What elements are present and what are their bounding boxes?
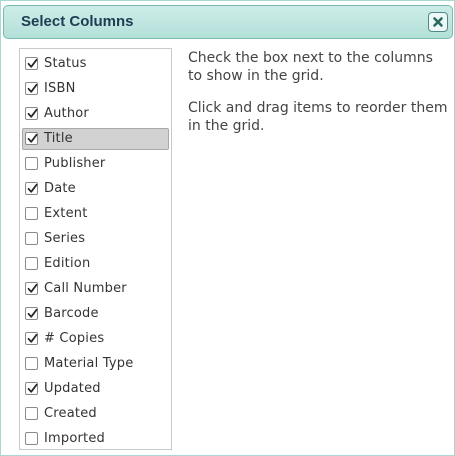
column-label: Title <box>44 131 73 146</box>
column-item[interactable]: Updated <box>22 378 169 400</box>
column-label: Series <box>44 231 86 246</box>
column-checkbox[interactable] <box>25 257 38 270</box>
column-checkbox[interactable] <box>25 107 38 120</box>
dialog-title: Select Columns <box>21 13 134 30</box>
column-label: # Copies <box>44 331 105 346</box>
column-item[interactable]: Call Number <box>22 278 169 300</box>
column-label: Material Type <box>44 356 134 371</box>
select-columns-dialog: Select Columns Status ISBN Author Title Publ… <box>0 0 455 456</box>
column-item[interactable]: Author <box>22 103 169 125</box>
column-label: ISBN <box>44 81 76 96</box>
column-item[interactable]: ISBN <box>22 78 169 100</box>
column-checkbox[interactable] <box>25 332 38 345</box>
column-label: Author <box>44 106 89 121</box>
column-label: Edition <box>44 256 91 271</box>
column-item[interactable]: Date <box>22 178 169 200</box>
column-checkbox[interactable] <box>25 207 38 220</box>
column-checkbox[interactable] <box>25 357 38 370</box>
column-checkbox[interactable] <box>25 282 38 295</box>
close-x-icon <box>432 16 444 28</box>
help-text-drag: Click and drag items to reorder them in … <box>188 100 448 134</box>
column-list[interactable]: Status ISBN Author Title Publisher Date Extent… <box>19 48 172 450</box>
column-label: Extent <box>44 206 88 221</box>
column-checkbox[interactable] <box>25 382 38 395</box>
column-item[interactable]: Series <box>22 228 169 250</box>
column-checkbox[interactable] <box>25 182 38 195</box>
column-label: Barcode <box>44 306 99 321</box>
column-checkbox[interactable] <box>25 432 38 445</box>
column-item[interactable]: Created <box>22 403 169 425</box>
column-checkbox[interactable] <box>25 157 38 170</box>
column-item[interactable]: Material Type <box>22 353 169 375</box>
column-item[interactable]: Publisher <box>22 153 169 175</box>
column-label: Call Number <box>44 281 127 296</box>
column-label: Status <box>44 56 87 71</box>
column-label: Updated <box>44 381 101 396</box>
column-label: Imported <box>44 431 105 446</box>
help-text-check: Check the box next to the columns to sho… <box>188 50 433 84</box>
column-item[interactable]: Imported <box>22 428 169 450</box>
column-checkbox[interactable] <box>25 132 38 145</box>
column-label: Date <box>44 181 76 196</box>
column-checkbox[interactable] <box>25 57 38 70</box>
column-checkbox[interactable] <box>25 232 38 245</box>
column-item[interactable]: Extent <box>22 203 169 225</box>
column-checkbox[interactable] <box>25 307 38 320</box>
close-button[interactable] <box>428 12 448 32</box>
column-label: Publisher <box>44 156 106 171</box>
column-item[interactable]: Barcode <box>22 303 169 325</box>
column-item[interactable]: Status <box>22 53 169 75</box>
dialog-titlebar[interactable]: Select Columns <box>3 5 453 39</box>
column-checkbox[interactable] <box>25 82 38 95</box>
column-item[interactable]: Title <box>22 128 169 150</box>
column-checkbox[interactable] <box>25 407 38 420</box>
column-label: Created <box>44 406 97 421</box>
column-item[interactable]: Edition <box>22 253 169 275</box>
column-item[interactable]: # Copies <box>22 328 169 350</box>
